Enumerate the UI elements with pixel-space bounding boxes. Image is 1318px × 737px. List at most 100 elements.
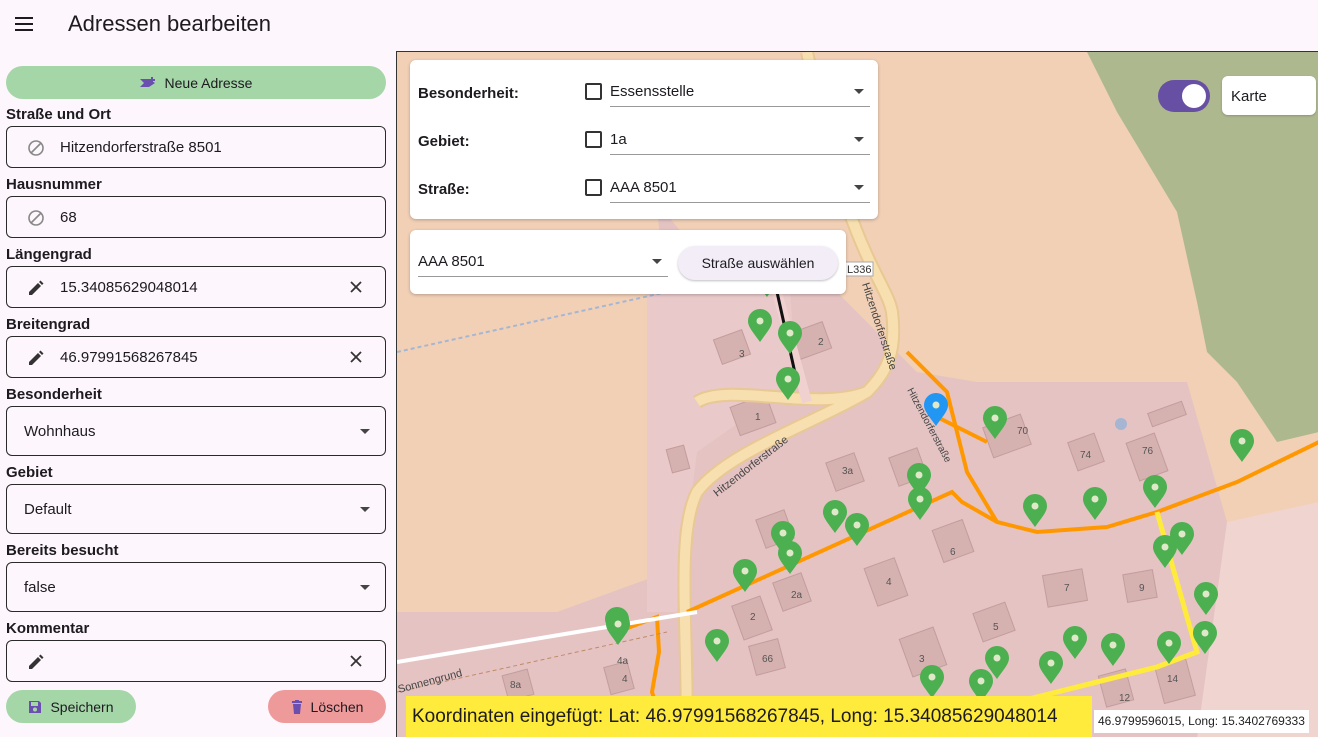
new-address-label: Neue Adresse <box>164 74 253 91</box>
clear-icon[interactable] <box>349 654 363 668</box>
street-select[interactable]: AAA 8501 <box>418 249 668 277</box>
marker-dot <box>713 637 721 645</box>
area-dropdown[interactable]: Default <box>6 484 386 534</box>
comment-label: Kommentar <box>6 620 90 637</box>
area-label: Gebiet <box>6 464 53 481</box>
marker-dot <box>928 673 936 681</box>
street-field[interactable]: Hitzendorferstraße 8501 <box>6 126 386 168</box>
house-number-value: 68 <box>60 209 77 226</box>
edit-icon <box>29 280 44 295</box>
filter-street-label: Straße: <box>418 181 470 198</box>
house-number: 1 <box>755 412 761 423</box>
marker-dot <box>1109 641 1117 649</box>
marker-dot <box>741 567 749 575</box>
map-toggle-switch[interactable] <box>1158 80 1210 112</box>
marker-dot <box>993 654 1001 662</box>
special-dropdown[interactable]: Wohnhaus <box>6 406 386 456</box>
filter-special-value: Essensstelle <box>610 83 695 100</box>
marker-dot <box>915 471 923 479</box>
marker-dot <box>991 414 999 422</box>
filter-street-value: AAA 8501 <box>610 179 677 196</box>
street-value: Hitzendorferstraße 8501 <box>60 139 222 156</box>
visited-dropdown[interactable]: false <box>6 562 386 612</box>
app-bar: Adressen bearbeiten <box>0 0 1318 50</box>
stream-line <box>397 291 668 353</box>
special-label: Besonderheit <box>6 386 102 403</box>
marker-dot <box>614 620 622 628</box>
filter-special-checkbox[interactable] <box>585 83 602 100</box>
new-address-button[interactable]: Neue Adresse <box>6 66 386 99</box>
house-number: 12 <box>1119 693 1131 704</box>
road-ref-label: L336 <box>847 264 871 276</box>
add-location-icon <box>139 76 155 87</box>
house-number: 8a <box>510 680 522 691</box>
dropdown-arrow-icon <box>360 429 370 434</box>
marker-dot <box>786 329 794 337</box>
house-number: 76 <box>1142 446 1154 457</box>
dropdown-arrow-icon <box>854 89 864 94</box>
marker-dot <box>756 317 764 325</box>
latitude-label: Breitengrad <box>6 316 91 333</box>
location-marker-icon[interactable] <box>1230 429 1254 462</box>
map-view[interactable]: Hitzendorferstraße Hitzendorferstraße Hi… <box>396 51 1318 737</box>
blocked-icon <box>28 210 44 226</box>
filter-card: Besonderheit: Essensstelle Gebiet: 1a St… <box>410 60 878 219</box>
save-icon <box>29 700 42 713</box>
delete-button[interactable]: Löschen <box>268 690 386 723</box>
marker-dot <box>977 677 985 685</box>
house-number-field[interactable]: 68 <box>6 196 386 238</box>
house-number: 2 <box>818 337 824 348</box>
street-select-card: AAA 8501 Straße auswählen <box>410 230 846 294</box>
marker-dot <box>853 521 861 529</box>
house-number-label: Hausnummer <box>6 176 102 193</box>
edit-icon <box>29 350 44 365</box>
house-number: 2 <box>750 612 756 623</box>
coordinate-readout: 46.9799596015, Long: 15.3402769333 <box>1094 710 1309 733</box>
marker-dot <box>831 508 839 516</box>
toggle-knob <box>1182 84 1206 108</box>
dropdown-arrow-icon <box>360 585 370 590</box>
save-button[interactable]: Speichern <box>6 690 136 723</box>
select-street-button[interactable]: Straße auswählen <box>678 246 838 280</box>
marker-dot <box>932 401 940 409</box>
dropdown-arrow-icon <box>652 259 662 264</box>
marker-dot <box>1047 659 1055 667</box>
filter-area-checkbox[interactable] <box>585 131 602 148</box>
filter-area-value: 1a <box>610 131 627 148</box>
trash-icon <box>291 699 302 714</box>
marker-dot <box>1071 634 1079 642</box>
clear-icon[interactable] <box>349 350 363 364</box>
marker-dot <box>784 375 792 383</box>
dropdown-arrow-icon <box>854 137 864 142</box>
filter-street-checkbox[interactable] <box>585 179 602 196</box>
address-form-panel: Neue Adresse Straße und Ort Hitzendorfer… <box>0 50 396 737</box>
water-dot <box>1115 418 1127 430</box>
marker-dot <box>1165 639 1173 647</box>
filter-street-select[interactable]: AAA 8501 <box>610 175 870 203</box>
latitude-value: 46.97991568267845 <box>60 349 198 366</box>
house-number: 3a <box>842 466 854 477</box>
filter-special-select[interactable]: Essensstelle <box>610 79 870 107</box>
house-number: 3 <box>919 654 925 665</box>
marker-dot <box>1091 495 1099 503</box>
filter-special-label: Besonderheit: <box>418 85 519 102</box>
marker-dot <box>786 549 794 557</box>
map-layer-select[interactable]: Karte <box>1222 76 1316 115</box>
marker-dot <box>1178 530 1186 538</box>
marker-dot <box>1238 437 1246 445</box>
longitude-field[interactable]: 15.34085629048014 <box>6 266 386 308</box>
filter-area-select[interactable]: 1a <box>610 127 870 155</box>
page-title: Adressen bearbeiten <box>68 11 272 36</box>
menu-icon[interactable] <box>12 12 36 36</box>
comment-field[interactable] <box>6 640 386 682</box>
save-label: Speichern <box>50 698 114 715</box>
longitude-label: Längengrad <box>6 246 92 263</box>
house-number: 4 <box>886 577 892 588</box>
filter-area-label: Gebiet: <box>418 133 470 150</box>
latitude-field[interactable]: 46.97991568267845 <box>6 336 386 378</box>
house-number: 3 <box>739 349 745 360</box>
map-layer-label: Karte <box>1231 88 1267 105</box>
special-value: Wohnhaus <box>24 423 96 440</box>
house-number: 4 <box>622 674 628 685</box>
clear-icon[interactable] <box>349 280 363 294</box>
